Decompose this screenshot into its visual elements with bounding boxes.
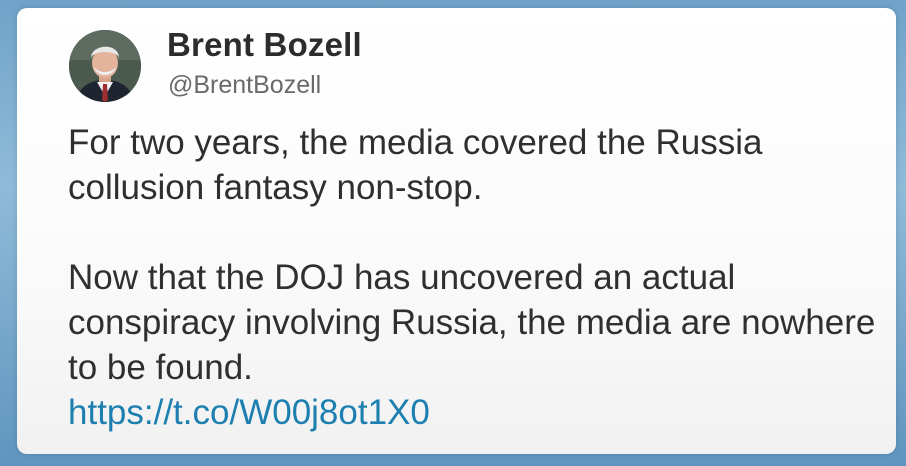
- tweet-paragraph: For two years, the media covered the Rus…: [68, 123, 763, 207]
- tweet-paragraph-text: Now that the DOJ has uncovered an actual…: [68, 258, 876, 387]
- tweet-link[interactable]: https://t.co/W00j8ot1X0: [68, 390, 878, 435]
- author-name[interactable]: Brent Bozell: [167, 26, 362, 64]
- tweet-text: For two years, the media covered the Rus…: [68, 120, 878, 435]
- avatar[interactable]: [69, 30, 141, 102]
- avatar-photo-icon: [69, 30, 141, 102]
- tweet-card: Brent Bozell @BrentBozell For two years,…: [17, 8, 896, 454]
- author-handle[interactable]: @BrentBozell: [168, 71, 321, 100]
- tweet-paragraph: Now that the DOJ has uncovered an actual…: [68, 255, 878, 435]
